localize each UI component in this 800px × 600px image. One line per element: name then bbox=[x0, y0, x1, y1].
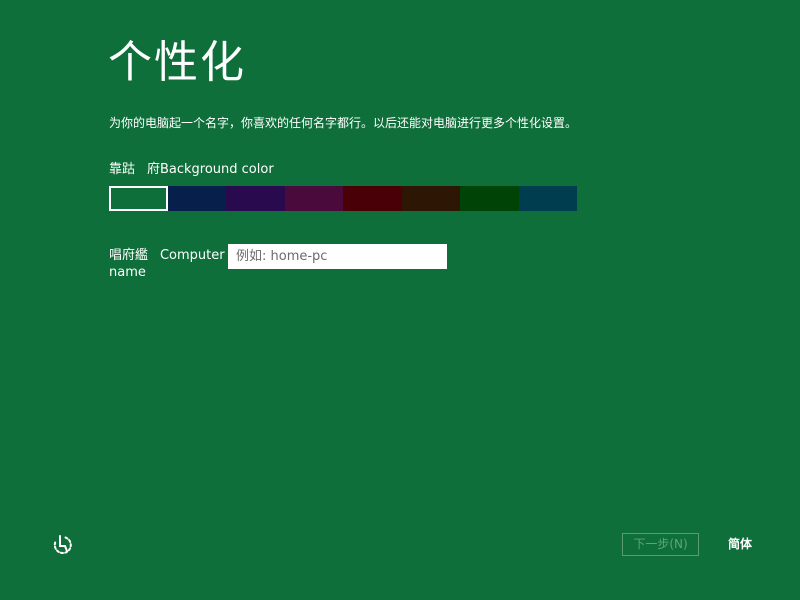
language-button[interactable]: 简体 bbox=[728, 535, 752, 553]
personalize-page: 个性化 为你的电脑起一个名字，你喜欢的任何名字都行。以后还能对电脑进行更多个性化… bbox=[0, 0, 800, 600]
color-swatch-6[interactable] bbox=[401, 186, 460, 211]
color-swatch-5[interactable] bbox=[343, 186, 402, 211]
computer-name-label: 唱府繿ᅟComputer name bbox=[109, 248, 225, 280]
color-swatch-8[interactable] bbox=[518, 186, 577, 211]
next-button[interactable]: 下一步(N) bbox=[622, 533, 699, 556]
page-title: 个性化 bbox=[108, 37, 246, 88]
ease-of-access-icon[interactable] bbox=[50, 533, 74, 557]
background-color-picker bbox=[109, 186, 577, 211]
color-swatch-3[interactable] bbox=[226, 186, 285, 211]
background-color-label: 靠跍ᅟ府Background color bbox=[109, 162, 274, 177]
color-swatch-4[interactable] bbox=[284, 186, 343, 211]
color-swatch-2[interactable] bbox=[167, 186, 226, 211]
computer-name-input[interactable] bbox=[228, 244, 447, 269]
page-description: 为你的电脑起一个名字，你喜欢的任何名字都行。以后还能对电脑进行更多个性化设置。 bbox=[109, 116, 578, 130]
color-swatch-1[interactable] bbox=[109, 186, 168, 211]
color-swatch-7[interactable] bbox=[460, 186, 519, 211]
